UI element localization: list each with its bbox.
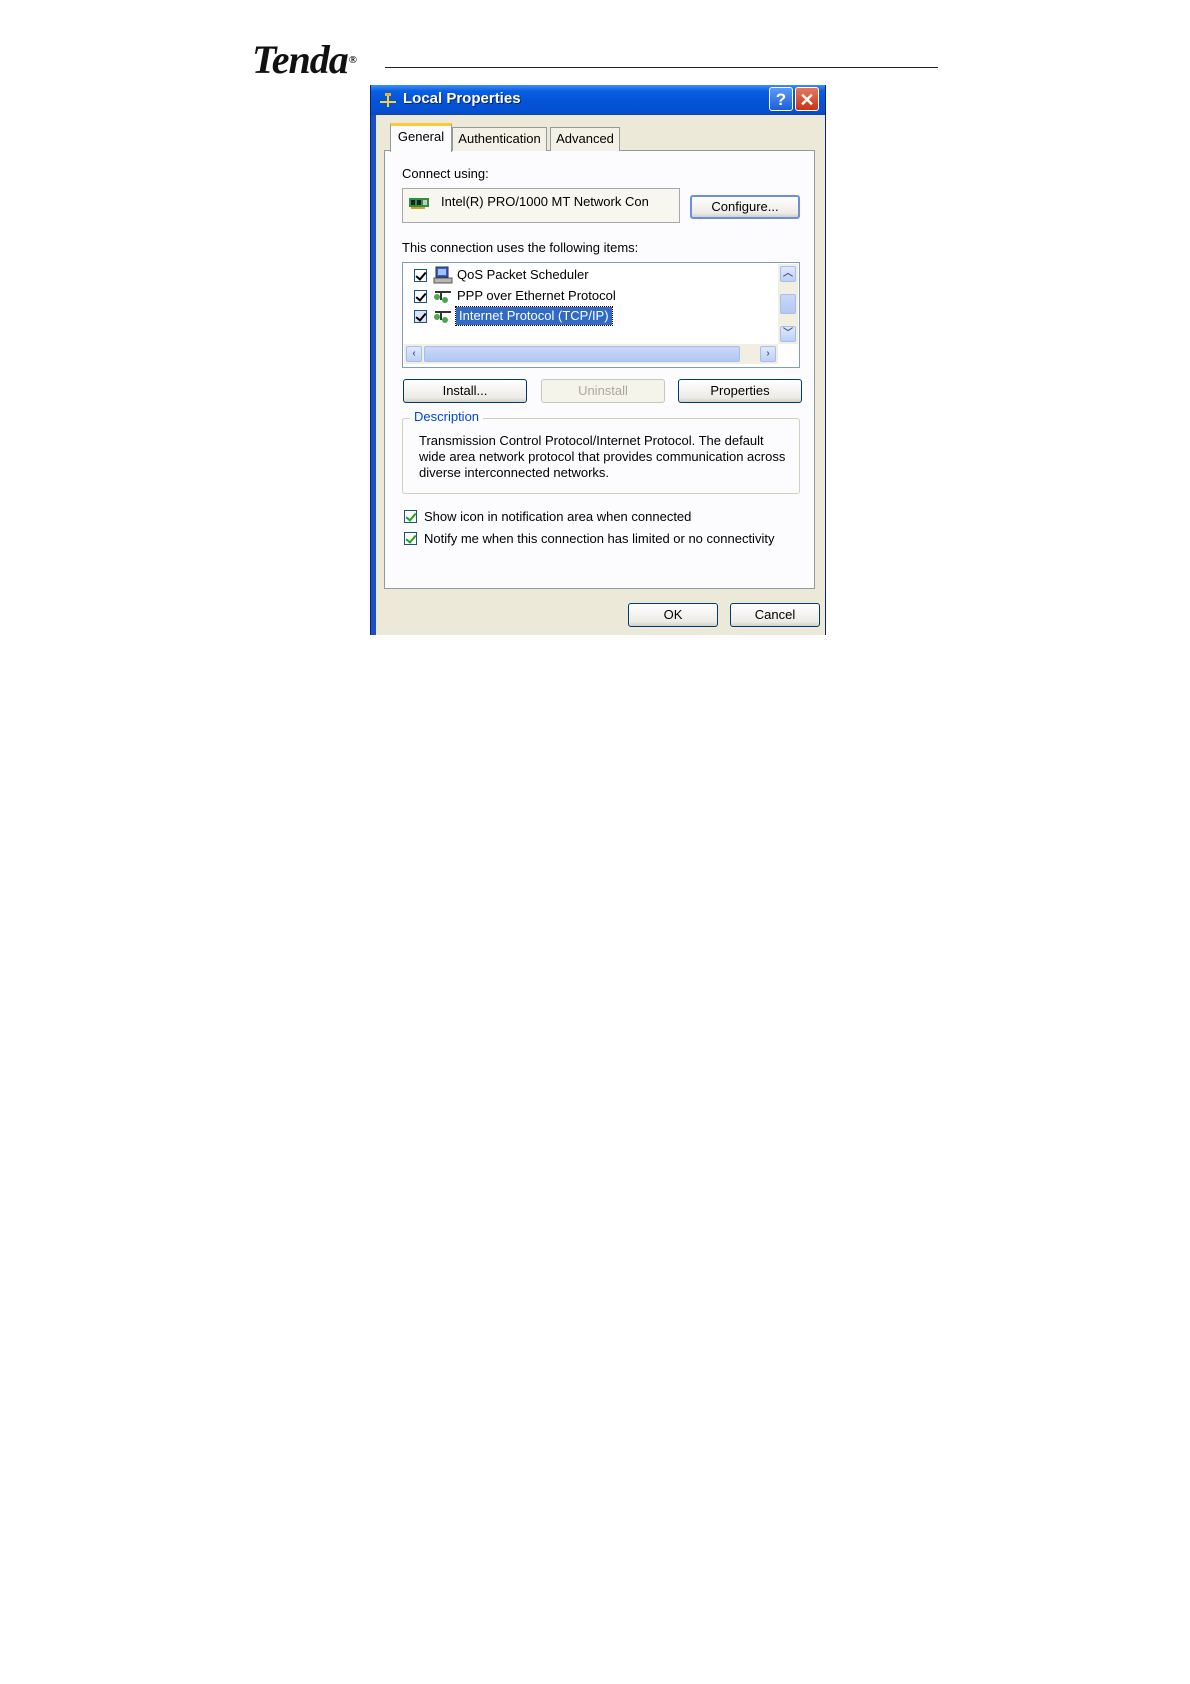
tab-general[interactable]: General xyxy=(390,123,452,152)
show-icon-checkbox[interactable] xyxy=(404,510,417,523)
scroll-right-icon[interactable]: › xyxy=(760,346,776,362)
horizontal-scrollbar[interactable]: ‹ › xyxy=(404,344,778,364)
adapter-name: Intel(R) PRO/1000 MT Network Con xyxy=(441,194,649,209)
notify-checkbox[interactable] xyxy=(404,532,417,545)
horizontal-scroll-thumb[interactable] xyxy=(424,346,740,362)
configure-button[interactable]: Configure... xyxy=(690,195,800,219)
tab-authentication[interactable]: Authentication xyxy=(452,127,547,151)
network-protocol-icon xyxy=(434,311,451,323)
uninstall-button[interactable]: Uninstall xyxy=(541,379,665,403)
description-legend: Description xyxy=(410,409,484,424)
scroll-left-icon[interactable]: ‹ xyxy=(406,346,422,362)
item-checkbox[interactable] xyxy=(414,290,427,303)
cancel-button[interactable]: Cancel xyxy=(730,603,820,627)
items-label: This connection uses the following items… xyxy=(402,240,639,255)
ok-button[interactable]: OK xyxy=(628,603,718,627)
computer-icon xyxy=(433,266,453,284)
window-frame-edge xyxy=(371,115,376,635)
show-icon-label[interactable]: Show icon in notification area when conn… xyxy=(424,509,691,524)
item-label: QoS Packet Scheduler xyxy=(457,267,589,282)
description-text: Transmission Control Protocol/Internet P… xyxy=(419,433,786,480)
install-button[interactable]: Install... xyxy=(403,379,527,403)
notify-label[interactable]: Notify me when this connection has limit… xyxy=(424,531,774,546)
item-label: PPP over Ethernet Protocol xyxy=(457,288,616,303)
title-bar[interactable]: Local Properties ? ✕ xyxy=(371,85,825,115)
network-adapter-icon xyxy=(409,198,429,209)
network-connection-icon xyxy=(380,93,396,107)
tenda-logo: Tenda® xyxy=(252,37,357,82)
scroll-up-icon[interactable]: ︿ xyxy=(780,266,796,282)
vertical-scroll-thumb[interactable] xyxy=(780,294,796,314)
scroll-down-icon[interactable]: ﹀ xyxy=(780,326,796,342)
vertical-scrollbar[interactable]: ︿ ﹀ xyxy=(778,264,798,344)
help-button[interactable]: ? xyxy=(769,87,793,111)
item-label: Internet Protocol (TCP/IP) xyxy=(455,306,613,326)
connect-using-label: Connect using: xyxy=(402,166,489,181)
dialog-title: Local Properties xyxy=(403,90,521,107)
tab-advanced[interactable]: Advanced xyxy=(550,127,620,151)
properties-button[interactable]: Properties xyxy=(678,379,802,403)
network-protocol-icon xyxy=(434,291,451,303)
item-checkbox[interactable] xyxy=(414,269,427,282)
close-button[interactable]: ✕ xyxy=(795,87,819,111)
header-rule xyxy=(385,67,938,68)
item-checkbox[interactable] xyxy=(414,310,427,323)
